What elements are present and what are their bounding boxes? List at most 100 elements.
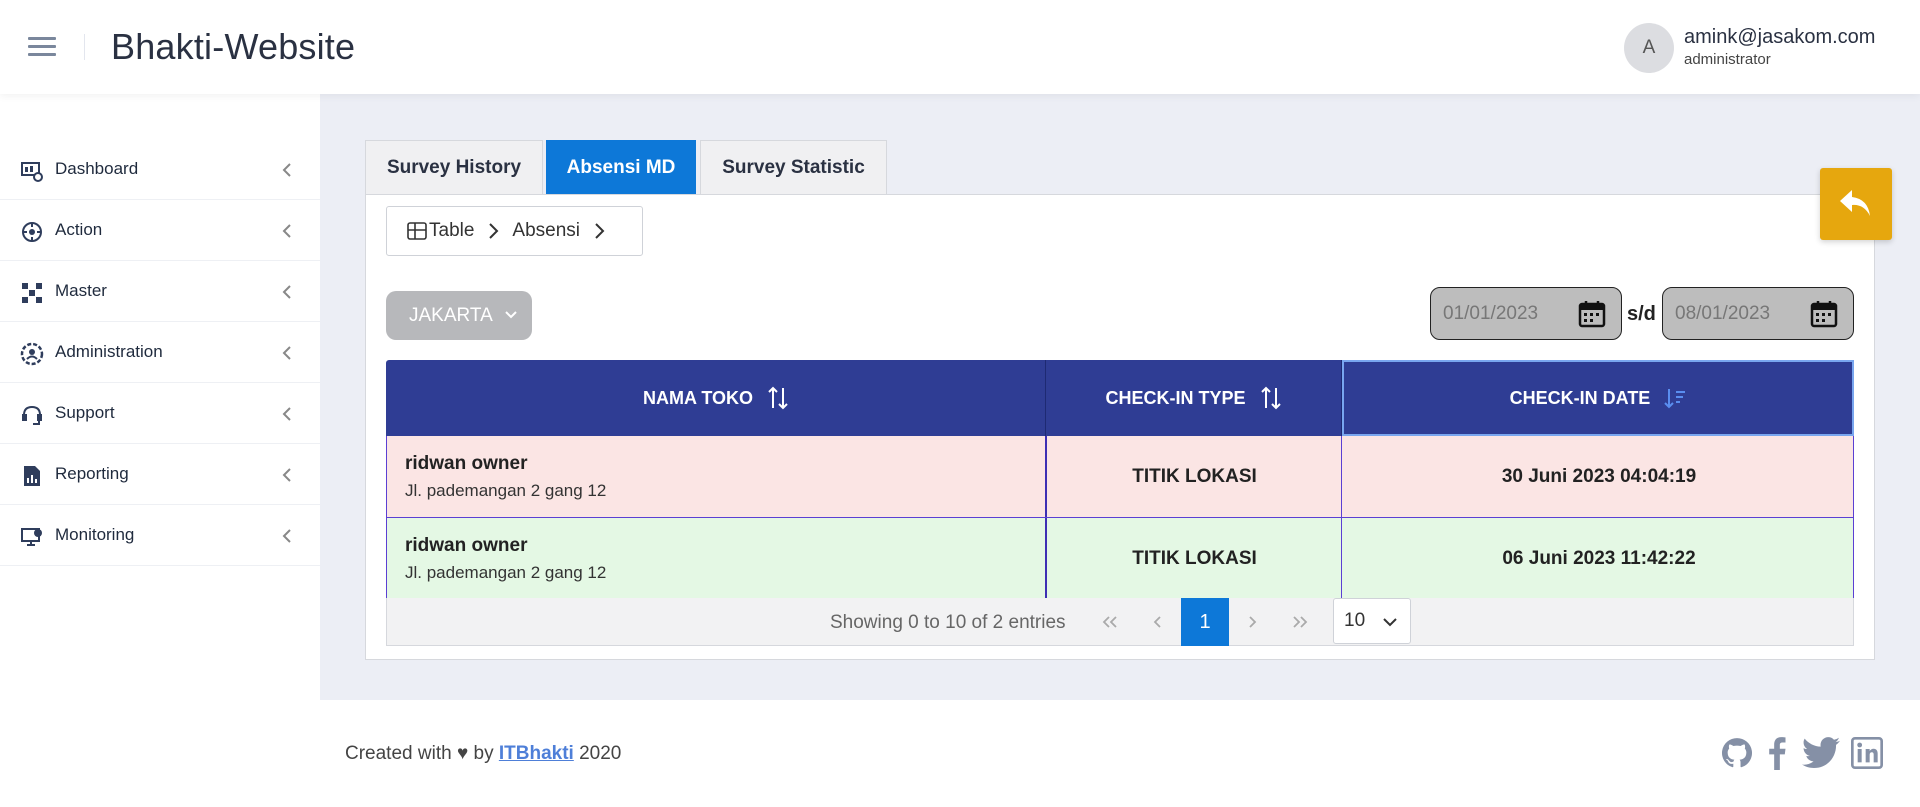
sidebar: Dashboard Action Master Administration S… [0,94,320,807]
reply-arrow-icon [1840,190,1870,216]
sidebar-item-support[interactable]: Support [0,383,320,444]
tab-survey-statistic[interactable]: Survey Statistic [700,140,887,194]
double-chevron-left-icon [1102,616,1117,628]
cell-check-in-type: TITIK LOKASI [1132,465,1257,487]
date-to-field[interactable]: 08/01/2023 [1662,287,1854,340]
chevron-right-icon [595,223,605,239]
chevron-left-icon [282,285,291,299]
page-button-current[interactable]: 1 [1181,598,1229,646]
page-size-select[interactable]: 10 [1333,598,1411,644]
breadcrumb-table[interactable]: Table [429,220,474,242]
support-icon [22,405,42,425]
monitoring-icon [21,528,42,546]
footer-prefix: Created with ♥ by [345,743,494,764]
chevron-left-icon [282,163,291,177]
footer-year: 2020 [579,743,622,764]
sidebar-item-dashboard[interactable]: Dashboard [0,139,320,200]
sidebar-item-label: Dashboard [55,159,139,178]
sidebar-item-administration[interactable]: Administration [0,322,320,383]
date-from-field[interactable]: 01/01/2023 [1430,287,1622,340]
hamburger-menu-icon[interactable] [28,37,56,57]
cell-divider [1341,518,1342,599]
date-range-separator: s/d [1627,303,1656,325]
twitter-icon[interactable] [1802,736,1840,770]
store-name: ridwan owner [405,535,528,556]
page-size-value: 10 [1344,610,1366,631]
tab-survey-history[interactable]: Survey History [365,140,543,194]
sort-icon [1260,386,1281,410]
footer: Created with ♥ by ITBhakti 2020 [320,700,1920,807]
chevron-left-icon [282,529,291,543]
sidebar-item-action[interactable]: Action [0,200,320,261]
first-page-button[interactable] [1090,598,1130,646]
back-button[interactable] [1820,168,1892,240]
cell-check-in-type: TITIK LOKASI [1132,547,1257,569]
chevron-left-icon [282,346,291,360]
sidebar-item-label: Reporting [55,464,129,483]
table-row[interactable]: ridwan owner Jl. pademangan 2 gang 12 TI… [386,436,1854,518]
chevron-left-icon [282,407,291,421]
sort-descending-icon [1664,389,1686,409]
administration-icon [20,342,44,366]
column-header-nama-toko[interactable]: NAMA TOKO [386,360,1046,436]
chevron-left-icon [282,224,291,238]
sidebar-item-reporting[interactable]: Reporting [0,444,320,505]
footer-credit: Created with ♥ by ITBhakti 2020 [345,743,621,765]
store-address: Jl. pademangan 2 gang 12 [405,563,607,582]
breadcrumb: Table Absensi [386,206,643,256]
sort-icon [768,386,788,410]
cell-check-in-date: 30 Juni 2023 04:04:19 [1501,465,1697,487]
entries-info: Showing 0 to 10 of 2 entries [830,612,1066,633]
user-email[interactable]: amink@jasakom.com [1684,26,1875,49]
region-value: JAKARTA [409,304,493,326]
column-header-check-in-date[interactable]: CHECK-IN DATE [1342,360,1854,436]
calendar-icon[interactable] [1578,300,1606,328]
chevron-down-icon [1383,618,1397,627]
tab-absensi-md[interactable]: Absensi MD [546,140,696,194]
column-header-label: NAMA TOKO [643,387,753,408]
calendar-icon[interactable] [1810,300,1838,328]
previous-page-button[interactable] [1138,598,1178,646]
cell-nama-toko: ridwan owner Jl. pademangan 2 gang 12 [387,436,1047,517]
store-name: ridwan owner [405,453,528,474]
next-page-button[interactable] [1232,598,1272,646]
column-header-check-in-type[interactable]: CHECK-IN TYPE [1046,360,1341,436]
facebook-icon[interactable] [1766,736,1788,770]
last-page-button[interactable] [1280,598,1320,646]
chevron-left-icon [1153,616,1161,628]
date-from-value: 01/01/2023 [1443,302,1539,324]
store-address: Jl. pademangan 2 gang 12 [405,481,607,500]
sidebar-item-label: Monitoring [55,525,135,544]
sidebar-item-label: Action [55,220,103,239]
table-icon [407,222,427,240]
app-title: Bhakti-Website [111,26,356,67]
user-role: administrator [1684,51,1771,68]
chevron-down-icon [505,311,517,319]
action-icon [22,222,42,242]
dashboard-icon [21,162,43,182]
date-to-value: 08/01/2023 [1675,302,1771,324]
breadcrumb-absensi[interactable]: Absensi [512,220,580,242]
table-row[interactable]: ridwan owner Jl. pademangan 2 gang 12 TI… [386,518,1854,600]
column-header-label: CHECK-IN DATE [1509,387,1651,408]
table-header: NAMA TOKO CHECK-IN TYPE CHECK-IN DATE [386,360,1854,436]
footer-link[interactable]: ITBhakti [499,743,574,764]
column-header-label: CHECK-IN TYPE [1105,387,1246,408]
sidebar-item-master[interactable]: Master [0,261,320,322]
github-icon[interactable] [1720,736,1754,770]
brand-divider [84,34,85,60]
cell-check-in-date: 06 Juni 2023 11:42:22 [1502,547,1696,569]
cell-divider [1341,436,1342,517]
master-icon [22,283,42,303]
chevron-right-icon [1249,616,1257,628]
top-bar: Bhakti-Website A amink@jasakom.com admin… [0,0,1920,94]
sidebar-item-monitoring[interactable]: Monitoring [0,505,320,566]
sidebar-item-label: Administration [55,342,163,361]
reporting-icon [24,466,40,486]
double-chevron-right-icon [1293,616,1308,628]
region-dropdown[interactable]: JAKARTA [386,291,532,340]
linkedin-icon[interactable] [1851,736,1883,770]
avatar[interactable]: A [1624,23,1674,73]
sidebar-item-label: Master [55,281,107,300]
sidebar-item-label: Support [55,403,115,422]
